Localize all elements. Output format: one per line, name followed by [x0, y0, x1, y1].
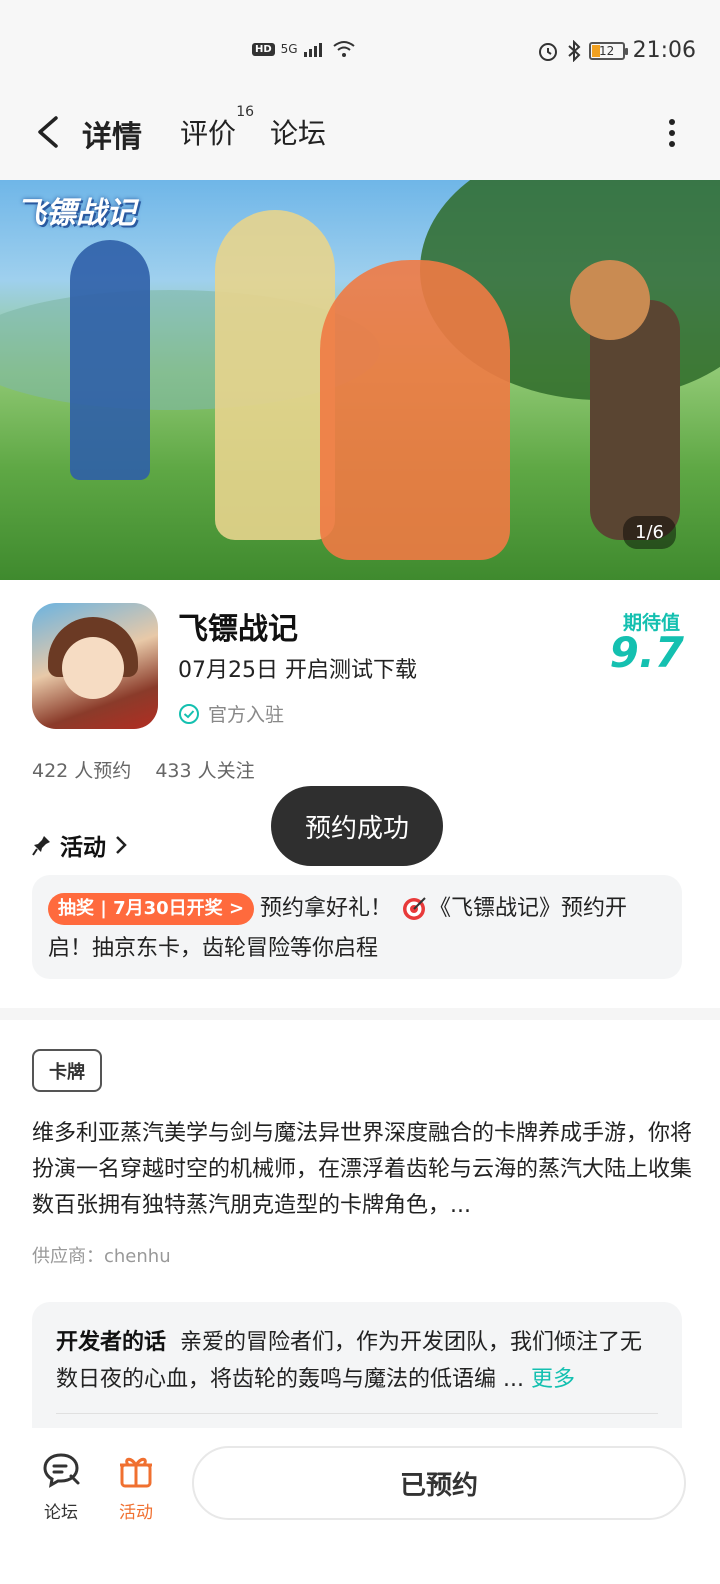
- status-bar: HD 5G 12 21:06: [0, 0, 720, 100]
- game-release-date: 07月25日 开启测试下载: [178, 658, 417, 683]
- bottom-activity-label: 活动: [119, 1503, 153, 1523]
- check-circle-icon: [179, 703, 199, 724]
- system-status: 12 21:06: [537, 38, 696, 63]
- supplier-label: 供应商：chenhu: [32, 1246, 171, 1267]
- network-type: 5G: [280, 42, 298, 56]
- bluetooth-icon: [567, 39, 581, 62]
- back-arrow-icon[interactable]: [30, 112, 70, 152]
- developer-note-label: 开发者的话: [56, 1330, 167, 1355]
- reserved-button[interactable]: 已预约: [192, 1446, 686, 1520]
- reserved-label: 已预约: [399, 1470, 478, 1501]
- more-vertical-icon[interactable]: [668, 118, 676, 148]
- genre-tag[interactable]: 卡牌: [32, 1049, 102, 1092]
- wifi-icon: [332, 41, 355, 57]
- tab-review[interactable]: 评价 16: [180, 104, 254, 152]
- bottom-activity-button[interactable]: 活动: [106, 1450, 166, 1523]
- activity-header[interactable]: 活动: [32, 828, 128, 862]
- stats-row: 422 人预约 433 人关注: [32, 756, 255, 783]
- reservation-count: 422 人预约: [32, 760, 132, 782]
- activity-card[interactable]: 抽奖 | 7月30日开奖 > 预约拿好礼！ 《飞镖战记》预约开启！抽京东卡，齿轮冒…: [32, 875, 682, 979]
- developer-note-card[interactable]: 开发者的话 亲爱的冒险者们，作为开发团队，我们倾注了无数日夜的心血，将齿轮的轰鸣…: [32, 1302, 682, 1442]
- follower-count: 433 人关注: [155, 760, 255, 782]
- game-icon: [32, 603, 158, 729]
- banner-character-blue: [70, 240, 150, 480]
- signal-icon: [303, 43, 322, 57]
- pin-icon: [32, 836, 50, 856]
- lottery-tag[interactable]: 抽奖 | 7月30日开奖 >: [48, 893, 255, 925]
- bottom-action-bar: 论坛 活动 已预约: [0, 1428, 720, 1584]
- review-count-badge: 16: [236, 104, 255, 120]
- banner-logo: 飞镖战记: [16, 196, 136, 231]
- clock: 21:06: [632, 38, 696, 63]
- activity-title: 活动: [60, 835, 106, 861]
- banner-carousel[interactable]: 飞镖战记 1/6: [0, 180, 720, 580]
- official-badge: 官方入驻: [178, 700, 284, 727]
- game-description[interactable]: 维多利亚蒸汽美学与剑与魔法异世界深度融合的卡牌养成手游，你将扮演一名穿越时空的机…: [32, 1116, 692, 1224]
- banner-character-red: [320, 260, 510, 560]
- official-label: 官方入驻: [208, 704, 285, 726]
- alarm-icon: [538, 42, 557, 61]
- target-icon: [403, 897, 426, 920]
- tab-review-label: 评价: [180, 117, 237, 150]
- hd-badge: HD: [252, 42, 275, 56]
- toast-text: 预约成功: [304, 813, 409, 844]
- nav-bar: 详情 评价 16 论坛: [0, 100, 720, 180]
- more-link[interactable]: 更多: [531, 1367, 575, 1392]
- page-indicator: 1/6: [623, 516, 676, 549]
- activity-text-lead: 预约拿好礼！: [260, 896, 393, 921]
- game-title: 飞镖战记: [178, 612, 298, 647]
- banner-raccoon: [570, 260, 650, 340]
- tab-detail[interactable]: 详情: [80, 112, 146, 156]
- battery-icon: 12: [588, 41, 628, 60]
- tab-forum[interactable]: 论坛: [270, 112, 326, 152]
- section-divider: [0, 1008, 720, 1020]
- tab-detail-label: 详情: [82, 120, 142, 155]
- battery-level: 12: [598, 43, 615, 58]
- gift-icon: [120, 1457, 152, 1488]
- bottom-forum-button[interactable]: 论坛: [31, 1450, 91, 1523]
- forum-chat-icon: [43, 1453, 80, 1488]
- tab-forum-label: 论坛: [270, 117, 327, 150]
- banner-character-blonde: [215, 210, 335, 540]
- expect-score: 9.7: [609, 628, 684, 677]
- toast-message: 预约成功: [271, 786, 443, 866]
- bottom-forum-label: 论坛: [44, 1503, 78, 1523]
- network-status: HD 5G: [252, 40, 356, 58]
- chevron-right-icon: [116, 836, 127, 854]
